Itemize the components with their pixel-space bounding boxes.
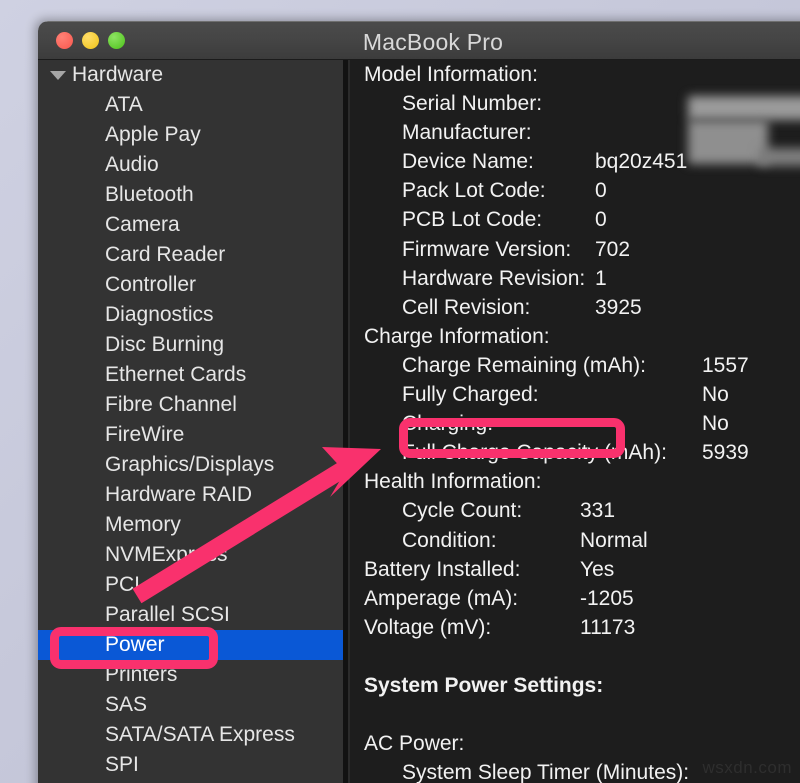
sidebar-item-label: Disc Burning [105, 333, 224, 356]
sidebar-item-audio[interactable]: Audio [38, 150, 343, 180]
pack-lot-code-value: 0 [595, 176, 607, 205]
sidebar-item-diagnostics[interactable]: Diagnostics [38, 300, 343, 330]
sidebar-item-label: Power [105, 633, 165, 656]
row-cell-revision: Cell Revision: 3925 [350, 293, 800, 322]
content-spacer-2 [350, 700, 800, 729]
section-heading-system-power-settings: System Power Settings: [350, 671, 800, 700]
sidebar-item-label: ATA [105, 93, 143, 116]
sidebar-item-printers[interactable]: Printers [38, 660, 343, 690]
sidebar-item-controller[interactable]: Controller [38, 270, 343, 300]
cell-revision-value: 3925 [595, 293, 642, 322]
sidebar-item-label: PCI [105, 573, 140, 596]
row-charging: Charging: No [350, 409, 800, 438]
row-amperage: Amperage (mA): -1205 [350, 584, 800, 613]
sidebar-item-camera[interactable]: Camera [38, 210, 343, 240]
sidebar-item-label: SPI [105, 753, 139, 776]
section-heading-health-information: Health Information: [350, 467, 800, 496]
row-pcb-lot-code: PCB Lot Code: 0 [350, 205, 800, 234]
window-titlebar[interactable]: MacBook Pro [38, 21, 800, 60]
detail-panel: Model Information: Serial Number: Manufa… [350, 60, 800, 783]
system-information-window: MacBook Pro Hardware ATA Apple Pay Audio… [38, 21, 800, 783]
redaction-blur-devicename [758, 148, 800, 166]
row-hardware-revision: Hardware Revision: 1 [350, 264, 800, 293]
row-cycle-count: Cycle Count: 331 [350, 496, 800, 525]
sidebar-group-hardware[interactable]: Hardware [38, 60, 343, 90]
row-battery-installed: Battery Installed: Yes [350, 555, 800, 584]
sidebar-item-sata-sata-express[interactable]: SATA/SATA Express [38, 720, 343, 750]
sidebar-item-label: Apple Pay [105, 123, 201, 146]
subsection-heading-ac-power: AC Power: [350, 729, 800, 758]
row-pack-lot-code: Pack Lot Code: 0 [350, 176, 800, 205]
sidebar-item-graphics-displays[interactable]: Graphics/Displays [38, 450, 343, 480]
sidebar-item-firewire[interactable]: FireWire [38, 420, 343, 450]
sidebar-item-label: Memory [105, 513, 181, 536]
row-charge-remaining: Charge Remaining (mAh): 1557 [350, 351, 800, 380]
sidebar-item-label: NVMExpress [105, 543, 228, 566]
window-title: MacBook Pro [38, 29, 800, 56]
sidebar-item-fibre-channel[interactable]: Fibre Channel [38, 390, 343, 420]
sidebar-item-apple-pay[interactable]: Apple Pay [38, 120, 343, 150]
sidebar-item-parallel-scsi[interactable]: Parallel SCSI [38, 600, 343, 630]
condition-value: Normal [580, 526, 648, 555]
sidebar-item-label: Printers [105, 663, 177, 686]
sidebar-item-power[interactable]: Power [38, 630, 343, 660]
section-heading-charge-information: Charge Information: [350, 322, 800, 351]
row-condition: Condition: Normal [350, 526, 800, 555]
sidebar-item-card-reader[interactable]: Card Reader [38, 240, 343, 270]
sidebar-item-label: Bluetooth [105, 183, 194, 206]
sidebar-item-pci[interactable]: PCI [38, 570, 343, 600]
sidebar-item-label: Parallel SCSI [105, 603, 230, 626]
charging-value: No [702, 409, 729, 438]
sidebar-item-label: Audio [105, 153, 159, 176]
pcb-lot-code-value: 0 [595, 205, 607, 234]
sidebar-item-spi[interactable]: SPI [38, 750, 343, 780]
row-firmware-version: Firmware Version: 702 [350, 235, 800, 264]
sidebar-item-memory[interactable]: Memory [38, 510, 343, 540]
sidebar-item-label: Card Reader [105, 243, 225, 266]
sidebar-item-label: SATA/SATA Express [105, 723, 295, 746]
sidebar-item-hardware-raid[interactable]: Hardware RAID [38, 480, 343, 510]
fully-charged-value: No [702, 380, 729, 409]
hardware-revision-value: 1 [595, 264, 607, 293]
watermark: wsxdn.com [702, 758, 792, 778]
titlebar-highlight [38, 21, 800, 22]
redaction-blur-manufacturer [688, 120, 768, 164]
window-body: Hardware ATA Apple Pay Audio Bluetooth C… [38, 60, 800, 783]
sidebar-item-ethernet-cards[interactable]: Ethernet Cards [38, 360, 343, 390]
sidebar-item-label: Graphics/Displays [105, 453, 274, 476]
sidebar-item-label: Fibre Channel [105, 393, 237, 416]
sidebar-item-ata[interactable]: ATA [38, 90, 343, 120]
redaction-blur-serial [688, 96, 800, 120]
sidebar-item-nvmexpress[interactable]: NVMExpress [38, 540, 343, 570]
battery-installed-value: Yes [580, 555, 614, 584]
sidebar[interactable]: Hardware ATA Apple Pay Audio Bluetooth C… [38, 60, 343, 783]
sidebar-item-label: Ethernet Cards [105, 363, 246, 386]
cycle-count-value: 331 [580, 496, 615, 525]
row-full-charge-capacity: Full Charge Capacity (mAh): 5939 [350, 438, 800, 467]
sidebar-item-label: Controller [105, 273, 196, 296]
sidebar-item-label: SAS [105, 693, 147, 716]
charge-remaining-value: 1557 [702, 351, 749, 380]
voltage-value: 11173 [580, 613, 635, 642]
amperage-value: -1205 [580, 584, 634, 613]
sidebar-item-bluetooth[interactable]: Bluetooth [38, 180, 343, 210]
screenshot-root: MacBook Pro Hardware ATA Apple Pay Audio… [0, 0, 800, 783]
sidebar-item-label: FireWire [105, 423, 184, 446]
sidebar-item-disc-burning[interactable]: Disc Burning [38, 330, 343, 360]
sidebar-item-label: Hardware RAID [105, 483, 252, 506]
row-fully-charged: Fully Charged: No [350, 380, 800, 409]
full-charge-capacity-value: 5939 [702, 438, 749, 467]
device-name-value: bq20z451 [595, 147, 687, 176]
sidebar-item-label: Camera [105, 213, 180, 236]
content-spacer [350, 642, 800, 671]
chevron-down-icon[interactable] [50, 71, 66, 80]
row-voltage: Voltage (mV): 11173 [350, 613, 800, 642]
section-heading-model-information: Model Information: [350, 60, 800, 89]
sidebar-item-label: Diagnostics [105, 303, 214, 326]
firmware-version-value: 702 [595, 235, 630, 264]
sidebar-item-sas[interactable]: SAS [38, 690, 343, 720]
